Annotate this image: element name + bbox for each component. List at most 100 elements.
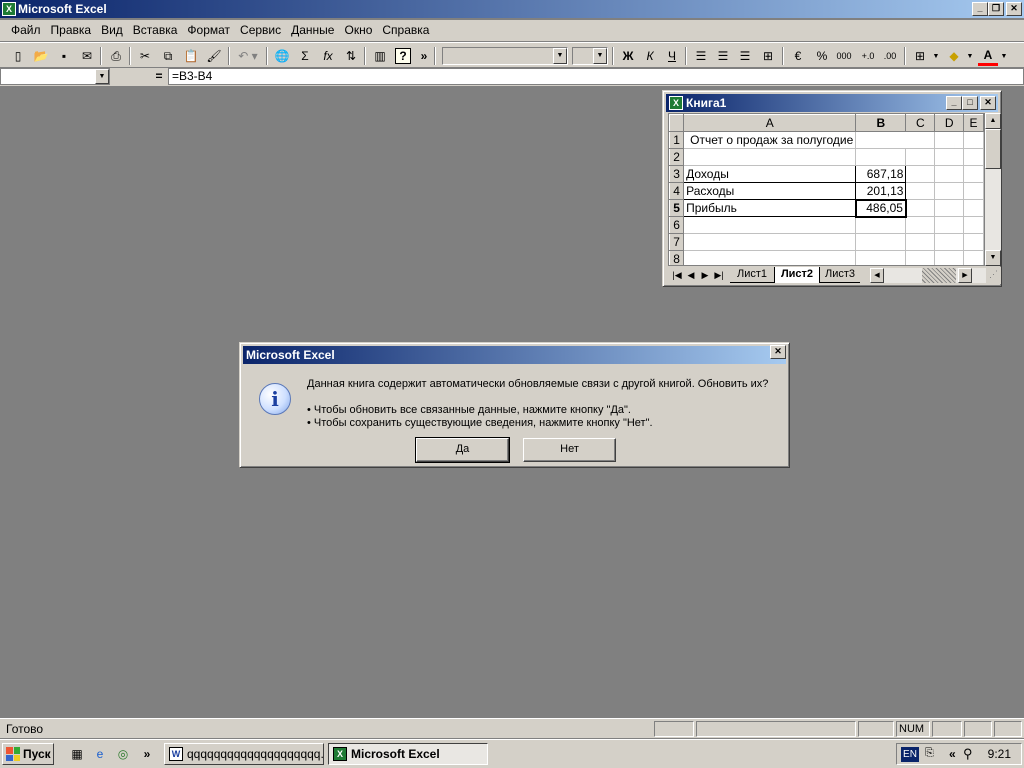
cell-a8[interactable] [683,250,857,265]
name-box[interactable]: ▼ [0,68,110,85]
cell[interactable] [963,165,984,183]
cell-a2[interactable] [683,148,857,166]
row-header[interactable]: 8 [669,250,685,265]
menu-edit[interactable]: Правка [44,20,95,41]
row-header[interactable]: 2 [669,148,685,166]
cell[interactable] [934,216,965,234]
menu-tools[interactable]: Сервис [233,20,284,41]
quick-launch-more-icon[interactable]: » [138,745,156,763]
menu-insert[interactable]: Вставка [126,20,181,41]
autosum-icon[interactable]: Σ [295,46,315,66]
cell[interactable] [905,199,936,217]
sort-icon[interactable]: ⇅ [341,46,361,66]
taskbar-item-word[interactable]: W qqqqqqqqqqqqqqqqqqqq... [164,743,324,765]
network-icon[interactable]: ⎘ [925,747,934,760]
tray-app-icon[interactable]: ⚲ [963,746,973,762]
copy-icon[interactable]: ⧉ [158,46,178,66]
scroll-left-icon[interactable]: ◀ [870,268,884,283]
cell[interactable] [963,233,984,251]
dialog-close-button[interactable]: ✕ [770,345,786,359]
cell-b8[interactable] [855,250,907,265]
thousands-button[interactable]: 000 [834,46,854,66]
chevron-down-icon[interactable]: ▼ [930,46,942,66]
new-icon[interactable]: ▯ [8,46,28,66]
cell-a4[interactable]: Расходы [683,182,857,200]
show-desktop-icon[interactable]: ▦ [68,745,86,763]
chevron-down-icon[interactable]: ▼ [964,46,976,66]
row-header[interactable]: 7 [669,233,685,251]
cell[interactable] [905,182,936,200]
cell[interactable] [934,233,965,251]
cell[interactable] [963,182,984,200]
format-painter-icon[interactable]: 🖌 [204,46,224,66]
cell[interactable] [905,250,936,265]
no-button[interactable]: Нет [523,438,616,462]
chevron-down-icon[interactable]: ▼ [95,69,109,84]
cell[interactable] [963,199,984,217]
help-icon[interactable]: ? [395,48,411,64]
row-header[interactable]: 6 [669,216,685,234]
column-header[interactable]: C [905,114,936,132]
next-sheet-icon[interactable]: ▶ [698,268,712,282]
edit-formula-button[interactable]: = [152,68,166,85]
cell-b5-active[interactable]: 486,05 [854,198,907,218]
chevron-down-icon[interactable]: ▼ [998,46,1010,66]
cell-b4[interactable]: 201,13 [855,182,907,200]
cell[interactable] [963,131,984,149]
cell-b1[interactable] [855,131,906,149]
spreadsheet-grid[interactable]: A B C D E 1 Отчет о продаж за полугодие … [668,113,985,266]
percent-button[interactable]: % [812,46,832,66]
horizontal-scrollbar[interactable]: ◀ ▶ [870,268,986,283]
hyperlink-icon[interactable]: 🌐 [272,46,292,66]
internet-explorer-icon[interactable]: e [91,745,109,763]
cell[interactable] [963,250,984,265]
cell[interactable] [905,148,936,166]
cell[interactable] [963,148,984,166]
close-button[interactable]: ✕ [980,96,996,110]
chart-wizard-icon[interactable]: ▥ [370,46,390,66]
cell-a7[interactable] [683,233,857,251]
cell-b7[interactable] [855,233,907,251]
fill-color-icon[interactable]: ◆ [944,46,964,66]
more-buttons-icon[interactable]: » [418,46,430,66]
scroll-right-icon[interactable]: ▶ [958,268,972,283]
resize-grip-icon[interactable]: ⋰ [989,269,1001,281]
cell[interactable] [934,199,965,217]
cell[interactable] [905,216,936,234]
prev-sheet-icon[interactable]: ◀ [684,268,698,282]
underline-button[interactable]: Ч [662,46,682,66]
menu-data[interactable]: Данные [284,20,337,41]
vertical-scrollbar[interactable]: ▲ ▼ [985,113,1001,266]
scroll-down-icon[interactable]: ▼ [985,250,1001,266]
font-color-icon[interactable]: A [978,46,998,66]
cell[interactable] [905,165,936,183]
yes-button[interactable]: Да [415,437,510,463]
restore-button[interactable]: ❐ [988,2,1004,16]
merge-center-icon[interactable]: ⊞ [758,46,778,66]
cell[interactable] [905,233,936,251]
cell-a1[interactable]: Отчет о продаж за полугодие [683,131,857,149]
row-header[interactable]: 4 [669,182,685,200]
menu-help[interactable]: Справка [375,20,432,41]
cut-icon[interactable]: ✂ [135,46,155,66]
language-indicator[interactable]: EN [901,747,919,762]
menu-format[interactable]: Формат [180,20,233,41]
formula-input[interactable]: =B3-B4 [168,68,1024,85]
cell[interactable] [905,131,936,149]
menu-view[interactable]: Вид [94,20,126,41]
print-icon[interactable]: ⎙ [106,46,126,66]
column-header[interactable]: E [963,114,984,132]
align-left-icon[interactable]: ☰ [691,46,711,66]
taskbar-item-excel[interactable]: X Microsoft Excel [328,743,488,765]
font-name-select[interactable]: ▼ [442,47,568,65]
row-header[interactable]: 3 [669,165,685,183]
cell[interactable] [934,131,965,149]
scroll-thumb[interactable] [922,268,956,283]
align-right-icon[interactable]: ☰ [735,46,755,66]
minimize-button[interactable]: _ [946,96,962,110]
italic-button[interactable]: К [640,46,660,66]
row-header[interactable]: 5 [669,199,685,217]
tab-sheet3[interactable]: Лист3 [820,267,860,283]
tray-expand-icon[interactable]: « [949,747,956,761]
column-header[interactable]: A [683,114,857,132]
